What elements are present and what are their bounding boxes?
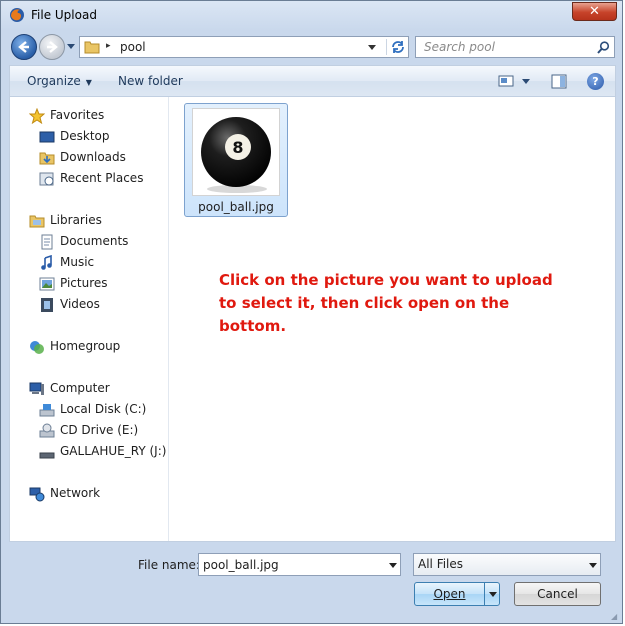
hard-drive-icon: [39, 404, 55, 417]
help-icon: ?: [592, 75, 599, 88]
forward-button[interactable]: [39, 34, 65, 60]
nav-label: Music: [60, 255, 95, 269]
music-icon: [41, 255, 52, 270]
file-type-value: All Files: [418, 557, 464, 571]
bottom-panel: File name: pool_ball.jpg All Files Open …: [1, 542, 624, 625]
nav-label: Recent Places: [60, 171, 144, 185]
pictures-icon: [39, 277, 55, 291]
window-title: File Upload: [31, 8, 97, 22]
change-view-icon[interactable]: [498, 74, 514, 88]
videos-icon: [41, 298, 53, 312]
star-icon: [29, 108, 45, 124]
nav-label: Downloads: [60, 150, 126, 164]
nav-label: Libraries: [50, 213, 102, 227]
network-icon: [29, 487, 45, 502]
file-upload-dialog: File Upload ✕ ▸ pool Search pool Organiz…: [0, 0, 623, 624]
libraries-icon: [29, 215, 45, 228]
instruction-text: Click on the picture you want to upload …: [219, 269, 579, 338]
homegroup-icon: [30, 341, 44, 354]
usb-drive-icon: [39, 452, 55, 459]
organize-chevron-down-icon: ▼: [85, 78, 92, 87]
downloads-folder-icon: [39, 152, 55, 165]
open-split-dropdown[interactable]: [484, 583, 501, 605]
content-area: Favorites Desktop Downloads Recent Place…: [9, 97, 616, 542]
eight-ball-number: 8: [232, 138, 243, 157]
folder-icon: [84, 41, 100, 54]
file-name-chevron-down-icon[interactable]: [389, 563, 397, 569]
forward-arrow-icon: [47, 41, 58, 53]
file-name-label: File name:: [138, 558, 200, 572]
file-name-label: pool_ball.jpg: [198, 200, 274, 214]
nav-label: GALLAHUE_RY (J:): [60, 444, 167, 458]
instruction-line-2: to select it, then click open on the bot…: [219, 294, 510, 335]
cd-drive-icon: [39, 423, 55, 438]
help-button[interactable]: ?: [587, 73, 604, 90]
close-button[interactable]: ✕: [572, 2, 617, 21]
nav-label: Network: [50, 486, 101, 500]
organize-menu-button[interactable]: Organize ▼: [27, 74, 92, 88]
eight-ball-thumbnail: 8: [201, 117, 271, 193]
file-list: 8 pool_ball.jpg Click on the picture you…: [169, 97, 615, 541]
file-name-value: pool_ball.jpg: [203, 558, 279, 572]
nav-label: Homegroup: [50, 339, 121, 353]
file-type-chevron-down-icon[interactable]: [589, 563, 597, 569]
search-input[interactable]: Search pool: [415, 36, 615, 58]
preview-pane-icon[interactable]: [551, 74, 567, 89]
open-button[interactable]: Open: [414, 582, 500, 606]
documents-icon: [41, 234, 53, 250]
desktop-icon: [39, 131, 55, 143]
nav-label: Favorites: [50, 108, 105, 122]
open-label: Open: [433, 587, 466, 601]
navigation-pane: Favorites Desktop Downloads Recent Place…: [10, 97, 169, 541]
recent-places-icon: [39, 172, 54, 186]
nav-label: Videos: [60, 297, 100, 311]
nav-label: Pictures: [60, 276, 108, 290]
file-type-select[interactable]: All Files: [413, 553, 601, 576]
open-chevron-down-icon: [489, 592, 497, 597]
address-chevron-down-icon[interactable]: [368, 45, 376, 51]
file-thumbnail: 8: [192, 108, 280, 196]
nav-label: Documents: [60, 234, 129, 248]
back-arrow-icon: [18, 41, 29, 53]
organize-label: Organize: [27, 74, 81, 88]
command-toolbar: Organize ▼ New folder ?: [9, 65, 616, 97]
firefox-icon: [9, 7, 25, 23]
breadcrumb-separator-icon[interactable]: ▸: [106, 41, 111, 51]
cancel-button[interactable]: Cancel: [514, 582, 601, 606]
refresh-icon: [392, 41, 404, 53]
back-button[interactable]: [11, 34, 37, 60]
recent-pages-chevron-down-icon[interactable]: [67, 44, 75, 50]
file-item-pool-ball[interactable]: 8 pool_ball.jpg: [184, 103, 288, 217]
address-bar[interactable]: ▸ pool: [79, 36, 409, 58]
refresh-button[interactable]: [386, 39, 407, 55]
search-placeholder: Search pool: [424, 40, 495, 54]
view-options-chevron-down-icon[interactable]: [522, 79, 530, 85]
new-folder-button[interactable]: New folder: [118, 74, 183, 88]
file-name-field[interactable]: pool_ball.jpg: [198, 553, 401, 576]
nav-label: Computer: [50, 381, 110, 395]
navigation-bar: ▸ pool Search pool: [1, 32, 624, 62]
search-icon[interactable]: [597, 41, 610, 54]
nav-label: Local Disk (C:): [60, 402, 147, 416]
nav-label: CD Drive (E:): [60, 423, 139, 437]
resize-grip-icon[interactable]: ◢: [611, 612, 617, 621]
nav-label: Desktop: [60, 129, 110, 143]
title-bar: File Upload ✕: [1, 1, 624, 31]
computer-icon: [29, 382, 44, 395]
close-icon: ✕: [589, 4, 600, 19]
breadcrumb-current[interactable]: pool: [120, 40, 146, 54]
instruction-line-1: Click on the picture you want to upload: [219, 271, 553, 289]
